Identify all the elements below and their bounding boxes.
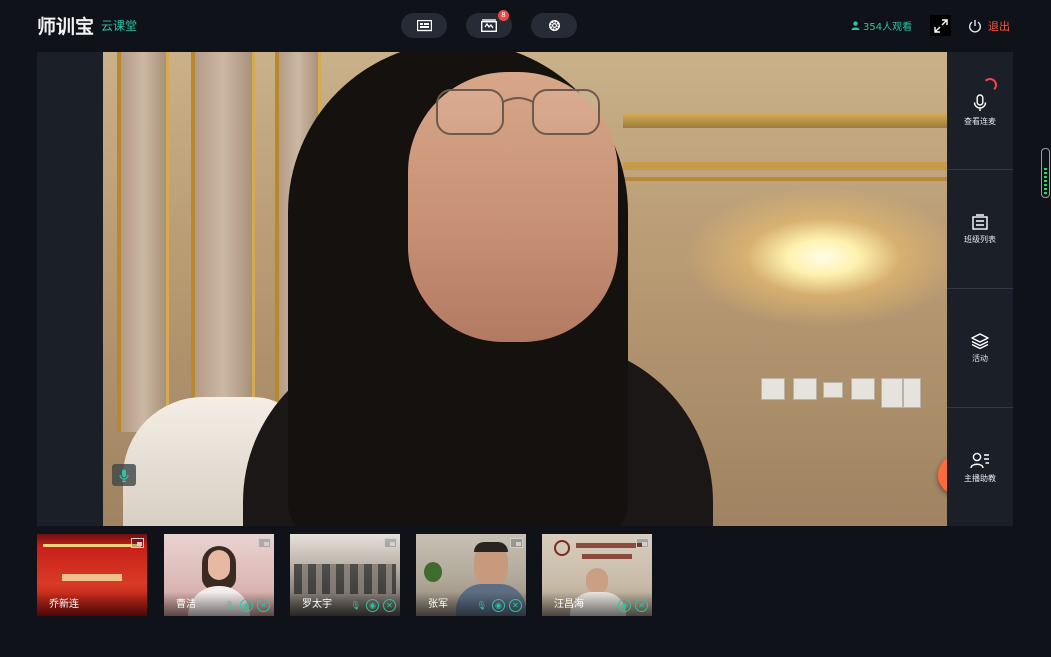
participant-thumb[interactable]: 曹洁 🎙 ◉ ✕	[164, 534, 274, 616]
participant-controls: 🎙 ◉ ✕	[349, 599, 396, 612]
camera-toggle-icon[interactable]: ◉	[492, 599, 505, 612]
audio-level-meter	[1041, 148, 1050, 198]
expand-icon	[933, 18, 948, 33]
participant-thumb[interactable]: 罗太宇 🎙 ◉ ✕	[290, 534, 400, 616]
wall-molding	[623, 177, 947, 181]
rail-item-view-connections[interactable]: 查看连麦	[947, 52, 1013, 170]
layers-icon	[971, 333, 989, 349]
logo-subtitle: 云课堂	[101, 18, 138, 33]
remove-icon[interactable]: ✕	[257, 599, 270, 612]
remove-icon[interactable]: ✕	[383, 599, 396, 612]
pip-toggle-icon[interactable]	[258, 538, 271, 548]
logout-button[interactable]: 退出	[968, 18, 1010, 34]
slide-decoration	[62, 574, 122, 581]
viewer-count-text: 354人观看	[863, 22, 913, 33]
logo-text: 师训宝	[37, 15, 95, 38]
participant-name: 曹洁	[176, 599, 196, 610]
wall-lettering	[576, 543, 642, 548]
camera-toggle-icon[interactable]: ◉	[618, 599, 631, 612]
camera-toggle-icon[interactable]: ◉	[366, 599, 379, 612]
microphone-icon[interactable]: 🎙	[475, 599, 488, 612]
wall-lettering	[582, 554, 632, 559]
wall-switch	[903, 378, 921, 408]
participant-thumb[interactable]: 张军 🎙 ◉ ✕	[416, 534, 526, 616]
wall-molding	[623, 162, 947, 170]
wall-molding	[623, 114, 947, 128]
slide-decoration	[43, 544, 141, 547]
participant-controls: 🎙 ◉ ✕	[475, 599, 522, 612]
rail-item-label: 活动	[972, 354, 988, 363]
participant-name: 汪昌海	[554, 599, 584, 610]
pip-toggle-icon[interactable]	[636, 538, 649, 548]
participant-face	[208, 550, 230, 580]
wall-switch	[793, 378, 817, 400]
wall-switch	[851, 378, 875, 400]
camera-toggle-icon[interactable]: ◉	[240, 599, 253, 612]
participant-thumb[interactable]: 汪昌海 ◉ ✕	[542, 534, 652, 616]
participant-name: 罗太宇	[302, 599, 332, 610]
right-rail: 查看连麦 班级列表 活动 主播助教	[947, 52, 1013, 526]
main-video[interactable]	[103, 52, 947, 526]
participant-name: 乔新连	[49, 599, 79, 610]
notification-badge: 8	[498, 10, 509, 21]
board-icon	[416, 19, 432, 31]
remove-icon[interactable]: ✕	[509, 599, 522, 612]
participant-controls: ◉ ✕	[618, 599, 648, 612]
top-bar: 师训宝 云课堂 8 354人观看 退出	[0, 0, 1051, 52]
participant-name: 张军	[428, 599, 448, 610]
background-pillar	[191, 52, 255, 432]
rail-item-label: 查看连麦	[964, 117, 996, 126]
participant-hair	[474, 542, 508, 552]
pip-toggle-icon[interactable]	[384, 538, 397, 548]
user-icon	[851, 21, 860, 30]
logo: 师训宝 云课堂	[37, 12, 137, 38]
wall-switch	[761, 378, 785, 400]
microphone-icon	[973, 94, 987, 111]
participant-controls: 🎙 ◉ ✕	[223, 599, 270, 612]
class-list-icon	[972, 214, 988, 230]
main-stage: 查看连麦 班级列表 活动 主播助教	[37, 52, 1013, 526]
viewer-count: 354人观看	[851, 18, 912, 33]
participant-face	[586, 568, 608, 594]
participant-thumb[interactable]: 乔新连	[37, 534, 147, 616]
rail-item-class-list[interactable]: 班级列表	[947, 171, 1013, 289]
assistant-icon	[970, 452, 989, 469]
speaker-mic-indicator[interactable]	[112, 464, 136, 486]
media-button[interactable]: 8	[466, 10, 512, 38]
rail-item-activities[interactable]: 活动	[947, 290, 1013, 408]
microphone-icon[interactable]: 🎙	[223, 599, 236, 612]
settings-button[interactable]	[531, 13, 577, 38]
university-seal	[554, 540, 570, 556]
wall-switch	[823, 382, 843, 398]
microphone-icon[interactable]: 🎙	[349, 599, 362, 612]
speaker-glasses	[436, 89, 600, 135]
wall-switch	[881, 378, 903, 408]
remove-icon[interactable]: ✕	[635, 599, 648, 612]
logout-label: 退出	[988, 20, 1010, 33]
loading-spinner	[983, 78, 997, 92]
courseware-button[interactable]	[401, 13, 447, 38]
rail-item-host-assistant[interactable]: 主播助教	[947, 409, 1013, 527]
pip-toggle-icon[interactable]	[510, 538, 523, 548]
gear-icon	[548, 19, 560, 32]
background-pillar	[117, 52, 169, 432]
film-icon	[481, 19, 497, 32]
rail-item-label: 班级列表	[964, 235, 996, 244]
chat-button[interactable]	[938, 455, 947, 495]
plant	[424, 562, 442, 582]
microphone-icon	[119, 469, 129, 482]
audio-level-fill	[1044, 168, 1047, 194]
rail-item-label: 主播助教	[964, 474, 996, 483]
pip-toggle-icon[interactable]	[131, 538, 144, 548]
classroom-audience	[294, 564, 396, 594]
fullscreen-button[interactable]	[930, 15, 951, 36]
power-icon	[969, 20, 981, 33]
